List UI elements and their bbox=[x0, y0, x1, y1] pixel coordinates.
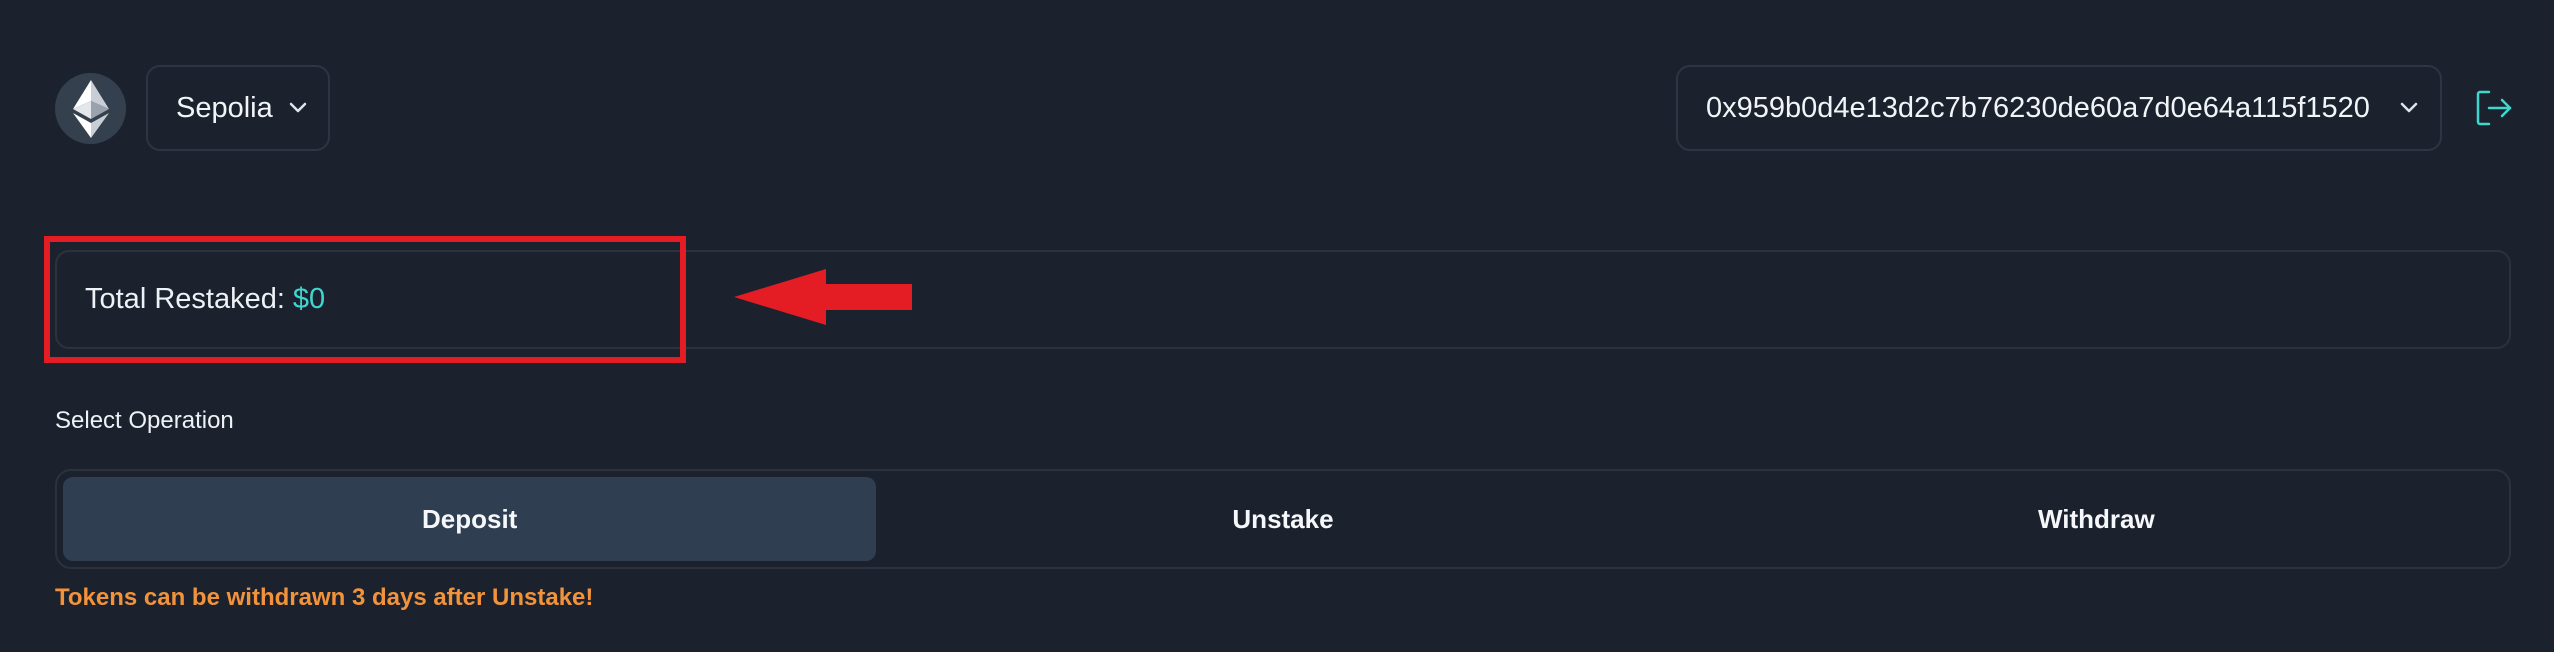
chevron-down-icon bbox=[2400, 102, 2418, 114]
highlight-box bbox=[44, 236, 686, 363]
logout-button[interactable] bbox=[2474, 88, 2514, 128]
logout-icon bbox=[2476, 90, 2512, 126]
withdraw-warning: Tokens can be withdrawn 3 days after Uns… bbox=[55, 584, 594, 611]
select-operation-label: Select Operation bbox=[55, 407, 234, 434]
tab-unstake[interactable]: Unstake bbox=[876, 477, 1689, 561]
wallet-address-select[interactable]: 0x959b0d4e13d2c7b76230de60a7d0e64a115f15… bbox=[1676, 65, 2442, 151]
wallet-address: 0x959b0d4e13d2c7b76230de60a7d0e64a115f15… bbox=[1706, 91, 2370, 124]
operation-tabs: Deposit Unstake Withdraw bbox=[55, 469, 2511, 569]
ethereum-icon bbox=[55, 73, 126, 144]
page: Sepolia 0x959b0d4e13d2c7b76230de60a7d0e6… bbox=[0, 0, 2554, 652]
network-name: Sepolia bbox=[176, 91, 273, 124]
tab-withdraw[interactable]: Withdraw bbox=[1690, 477, 2503, 561]
network-select[interactable]: Sepolia bbox=[146, 65, 330, 151]
chevron-down-icon bbox=[289, 102, 307, 114]
tab-deposit[interactable]: Deposit bbox=[63, 477, 877, 561]
left-arrow-icon bbox=[734, 269, 912, 325]
